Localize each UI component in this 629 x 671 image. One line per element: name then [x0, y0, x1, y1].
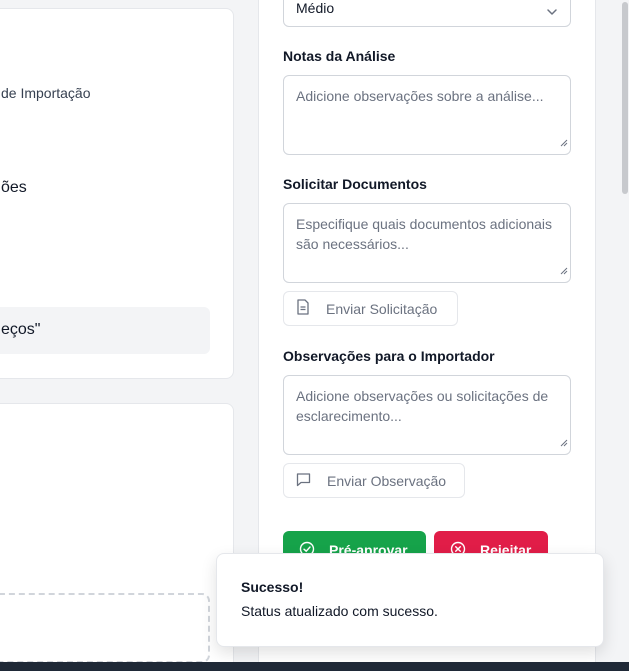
chevron-down-icon	[546, 5, 558, 21]
analysis-notes-placeholder: Adicione observações sobre a análise...	[296, 88, 544, 104]
card-text-fragment: de Importação	[1, 85, 91, 101]
risk-level-value: Médio	[296, 0, 335, 16]
import-details-card: de Importação ões eços"	[0, 8, 234, 379]
send-observation-button[interactable]: Enviar Observação	[283, 463, 465, 498]
card-text-fragment: ões	[1, 179, 27, 196]
request-documents-textarea[interactable]: Especifique quais documentos adicionais …	[283, 203, 571, 283]
resize-grip-icon[interactable]	[560, 432, 568, 452]
resize-grip-icon[interactable]	[560, 260, 568, 280]
scrollbar-thumb[interactable]	[622, 2, 628, 194]
send-request-label: Enviar Solicitação	[326, 300, 438, 317]
importer-observations-label: Observações para o Importador	[283, 348, 495, 364]
importer-observations-textarea[interactable]: Adicione observações ou solicitações de …	[283, 375, 571, 455]
success-toast[interactable]: Sucesso! Status atualizado com sucesso.	[216, 553, 604, 647]
request-documents-label: Solicitar Documentos	[283, 176, 427, 192]
page-scrollbar[interactable]	[620, 0, 629, 662]
upload-dropzone[interactable]	[0, 593, 210, 663]
importer-observations-placeholder: Adicione observações ou solicitações de …	[296, 388, 549, 424]
card-text-fragment: eços"	[1, 321, 41, 338]
request-documents-placeholder: Especifique quais documentos adicionais …	[296, 216, 553, 252]
documents-card	[0, 403, 234, 671]
risk-level-select[interactable]: Médio	[283, 0, 571, 27]
resize-grip-icon[interactable]	[560, 132, 568, 152]
analysis-notes-textarea[interactable]: Adicione observações sobre a análise...	[283, 75, 571, 155]
file-text-icon	[296, 299, 310, 318]
toast-title: Sucesso!	[241, 579, 304, 595]
analysis-notes-label: Notas da Análise	[283, 48, 396, 64]
toast-description: Status atualizado com sucesso.	[241, 603, 438, 619]
bottom-bar	[0, 662, 629, 671]
send-observation-label: Enviar Observação	[327, 472, 447, 489]
message-square-icon	[296, 472, 311, 490]
send-request-button[interactable]: Enviar Solicitação	[283, 291, 458, 326]
